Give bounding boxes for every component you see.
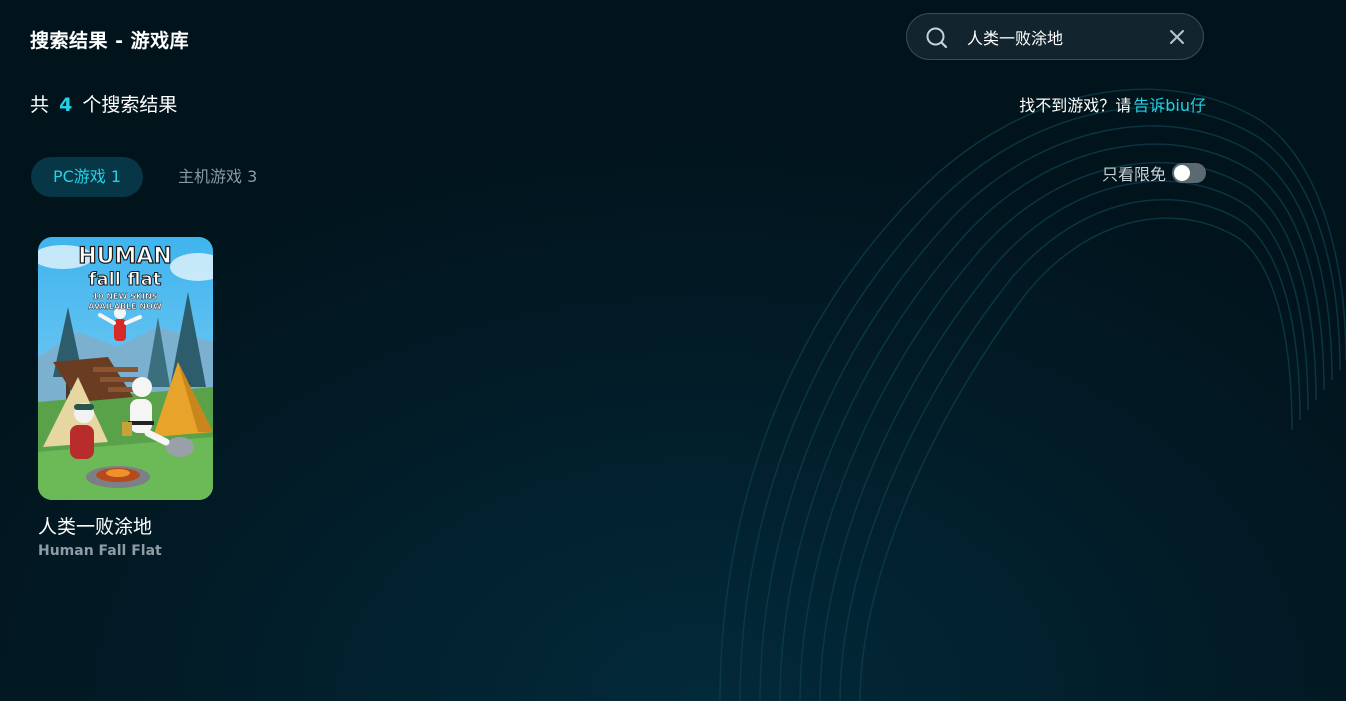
- result-summary-suffix: 个搜索结果: [82, 94, 178, 116]
- free-only-filter: 只看限免: [1102, 161, 1206, 185]
- search-box[interactable]: [906, 13, 1204, 60]
- result-summary: 共 4 个搜索结果: [30, 90, 177, 117]
- free-only-toggle[interactable]: [1172, 163, 1206, 183]
- game-cover-image[interactable]: HUMAN fall flat 10 NEW SKINS AVAILABLE N…: [38, 237, 213, 500]
- result-count: 4: [59, 94, 73, 116]
- feedback-prompt: 找不到游戏？请 告诉biu仔: [1019, 92, 1206, 116]
- tab-console-games[interactable]: 主机游戏 3: [178, 157, 257, 197]
- toggle-knob: [1174, 165, 1190, 181]
- page-title: 搜索结果 - 游戏库: [30, 30, 190, 52]
- search-icon: [926, 27, 948, 49]
- svg-text:HUMAN: HUMAN: [78, 244, 172, 269]
- search-input[interactable]: [967, 24, 1147, 50]
- feedback-text: 找不到游戏？请: [1019, 96, 1132, 115]
- free-only-label: 只看限免: [1101, 165, 1166, 184]
- svg-text:fall flat: fall flat: [89, 269, 162, 290]
- background-contour-lines: [719, 88, 1346, 701]
- game-title[interactable]: 人类一败涂地: [38, 512, 213, 539]
- feedback-link[interactable]: 告诉biu仔: [1133, 96, 1206, 115]
- result-summary-prefix: 共: [30, 94, 50, 116]
- svg-text:10 NEW SKINS: 10 NEW SKINS: [92, 292, 157, 301]
- game-card[interactable]: HUMAN fall flat 10 NEW SKINS AVAILABLE N…: [38, 237, 213, 559]
- tab-pc-games[interactable]: PC游戏 1: [31, 157, 143, 197]
- svg-text:AVAILABLE NOW: AVAILABLE NOW: [88, 302, 162, 311]
- close-icon[interactable]: [1167, 27, 1187, 47]
- game-title-english: Human Fall Flat: [38, 543, 162, 559]
